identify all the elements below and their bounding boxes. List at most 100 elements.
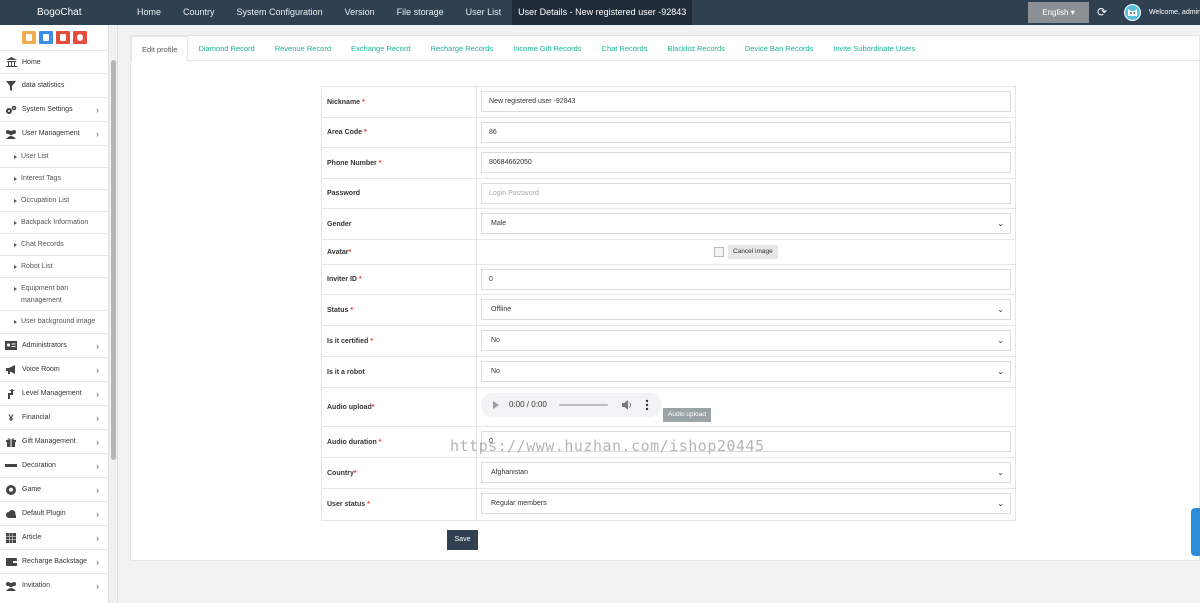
volume-icon[interactable] <box>621 399 633 411</box>
nav-version[interactable]: Version <box>334 0 386 25</box>
sidebar-subitem-backpack-information[interactable]: Backpack Information <box>0 211 108 233</box>
trash-quick-icon[interactable] <box>56 31 70 44</box>
sidebar-item-voice-room[interactable]: Voice Room › <box>0 357 108 381</box>
tab-edit-profile[interactable]: Edit profile <box>131 36 189 62</box>
welcome-text: Welcome, admin <box>1149 9 1200 16</box>
sidebar-item-label: data statistics <box>22 82 65 89</box>
gift-icon <box>5 437 17 447</box>
area-code-field[interactable]: 86 <box>481 122 1011 143</box>
chevron-right-icon: › <box>96 508 99 519</box>
sidebar-subitem-occupation-list[interactable]: Occupation List <box>0 189 108 211</box>
tab-diamond-record[interactable]: Diamond Record <box>188 36 264 61</box>
refresh-quick-icon[interactable] <box>73 31 87 44</box>
top-navbar: BogoChat Home Country System Configurati… <box>0 0 1200 25</box>
sidebar-subitem-user-list[interactable]: User List <box>0 145 108 167</box>
avatar-label: Avatar * <box>322 240 477 264</box>
chevron-right-icon: › <box>96 460 99 471</box>
nav-system-configuration[interactable]: System Configuration <box>226 0 334 25</box>
sidebar-item-financial[interactable]: ¥ Financial › <box>0 405 108 429</box>
sidebar-subitem-robot-list[interactable]: Robot List <box>0 255 108 277</box>
chevron-down-icon: ⌄ <box>997 499 1004 508</box>
sidebar-item-level-management[interactable]: Level Management › <box>0 381 108 405</box>
chevron-right-icon: › <box>96 580 99 591</box>
sidebar-item-game[interactable]: Game › <box>0 477 108 501</box>
sidebar-item-home[interactable]: Home <box>0 50 108 73</box>
sidebar-item-label: User Management <box>22 130 80 137</box>
save-button[interactable]: Save <box>447 530 478 550</box>
tab-income-gift-records[interactable]: Income Gift Records <box>503 36 591 61</box>
nickname-field[interactable]: New registered user -92843 <box>481 91 1011 112</box>
country-select[interactable]: Afghanistan ⌄ <box>481 462 1011 483</box>
sidebar-item-gift-management[interactable]: Gift Management › <box>0 429 108 453</box>
tab-invite-subordinate-users[interactable]: Invite Subordinate Users <box>823 36 925 61</box>
country-label: Country * <box>322 458 477 488</box>
status-select[interactable]: Offline ⌄ <box>481 299 1011 320</box>
play-icon[interactable] <box>493 401 499 409</box>
caret-right-icon <box>14 287 17 291</box>
file-quick-icon[interactable] <box>39 31 53 44</box>
sidebar-item-decoration[interactable]: Decoration › <box>0 453 108 477</box>
tab-bar: Edit profile Diamond Record Revenue Reco… <box>131 36 1200 62</box>
sidebar-item-system-settings[interactable]: System Settings › <box>0 97 108 121</box>
side-float-tab[interactable] <box>1191 508 1200 556</box>
more-options-icon[interactable] <box>645 399 649 411</box>
sidebar-scrollbar-thumb[interactable] <box>111 60 116 460</box>
home-quick-icon[interactable] <box>22 31 36 44</box>
sidebar-item-article[interactable]: Article › <box>0 525 108 549</box>
tab-chat-records[interactable]: Chat Records <box>592 36 658 61</box>
chevron-right-icon: › <box>96 128 99 139</box>
sidebar-subitem-chat-records[interactable]: Chat Records <box>0 233 108 255</box>
broken-image-icon[interactable] <box>714 247 724 257</box>
chevron-down-icon: ⌄ <box>997 468 1004 477</box>
tab-device-ban-records[interactable]: Device Ban Records <box>735 36 823 61</box>
chevron-right-icon: › <box>96 412 99 423</box>
wallet-icon <box>5 557 17 567</box>
nav-user-list[interactable]: User List <box>455 0 513 25</box>
nav-country[interactable]: Country <box>172 0 226 25</box>
nav-home[interactable]: Home <box>126 0 172 25</box>
yen-icon: ¥ <box>8 412 14 423</box>
form-row-gender: Gender Male ⌄ <box>322 209 1015 240</box>
refresh-icon[interactable]: ⟳ <box>1096 4 1108 20</box>
cloud-icon <box>5 509 17 519</box>
avatar[interactable] <box>1124 4 1141 21</box>
tab-exchange-record[interactable]: Exchange Record <box>341 36 421 61</box>
phone-field[interactable]: 80684662050 <box>481 152 1011 173</box>
tab-revenue-record[interactable]: Revenue Record <box>265 36 341 61</box>
sidebar-item-label: Home <box>22 58 41 66</box>
top-nav: Home Country System Configuration Versio… <box>126 0 693 25</box>
inviter-id-field[interactable]: 0 <box>481 269 1011 290</box>
sidebar-item-user-management[interactable]: User Management › <box>0 121 108 145</box>
sidebar-item-label: Administrators <box>22 342 67 349</box>
sidebar-item-default-plugin[interactable]: Default Plugin › <box>0 501 108 525</box>
chevron-down-icon: ⌄ <box>997 219 1004 228</box>
brand-logo[interactable]: BogoChat <box>37 0 81 25</box>
sidebar-item-recharge-backstage[interactable]: Recharge Backstage › <box>0 549 108 573</box>
audio-progress-bar[interactable] <box>559 404 608 406</box>
sidebar-item-label: Level Management <box>22 390 82 397</box>
nav-file-storage[interactable]: File storage <box>386 0 455 25</box>
password-field[interactable]: Login Password <box>481 183 1011 204</box>
language-dropdown[interactable]: English ▾ <box>1028 2 1089 23</box>
form-row-status: Status * Offline ⌄ <box>322 295 1015 326</box>
audio-upload-button[interactable]: Audio upload <box>663 408 711 422</box>
tab-recharge-records[interactable]: Recharge Records <box>421 36 504 61</box>
audio-player[interactable]: 0:00 / 0:00 <box>481 393 662 417</box>
sidebar-item-administrators[interactable]: Administrators › <box>0 333 108 357</box>
caret-right-icon <box>14 320 17 324</box>
gender-select[interactable]: Male ⌄ <box>481 213 1011 234</box>
nav-user-details[interactable]: User Details - New registered user -9284… <box>512 0 693 25</box>
sidebar-subitem-interest-tags[interactable]: Interest Tags <box>0 167 108 189</box>
user-status-select[interactable]: Regular members ⌄ <box>481 493 1011 514</box>
sidebar-subitem-equipment-ban[interactable]: Equipment ban management <box>0 277 108 310</box>
tab-blacklist-records[interactable]: Blacklist Records <box>657 36 735 61</box>
area-code-label: Area Code * <box>322 118 477 147</box>
chevron-right-icon: › <box>96 436 99 447</box>
sidebar-item-data-statistics[interactable]: data statistics <box>0 73 108 97</box>
sidebar-subitem-user-background-image[interactable]: User background image <box>0 310 108 333</box>
cancel-image-button[interactable]: Cancel image <box>728 245 778 259</box>
sidebar-item-invitation[interactable]: Invitation › <box>0 573 108 597</box>
certified-select[interactable]: No ⌄ <box>481 330 1011 351</box>
robot-select[interactable]: No ⌄ <box>481 361 1011 382</box>
form-row-user-status: User status * Regular members ⌄ <box>322 489 1015 520</box>
